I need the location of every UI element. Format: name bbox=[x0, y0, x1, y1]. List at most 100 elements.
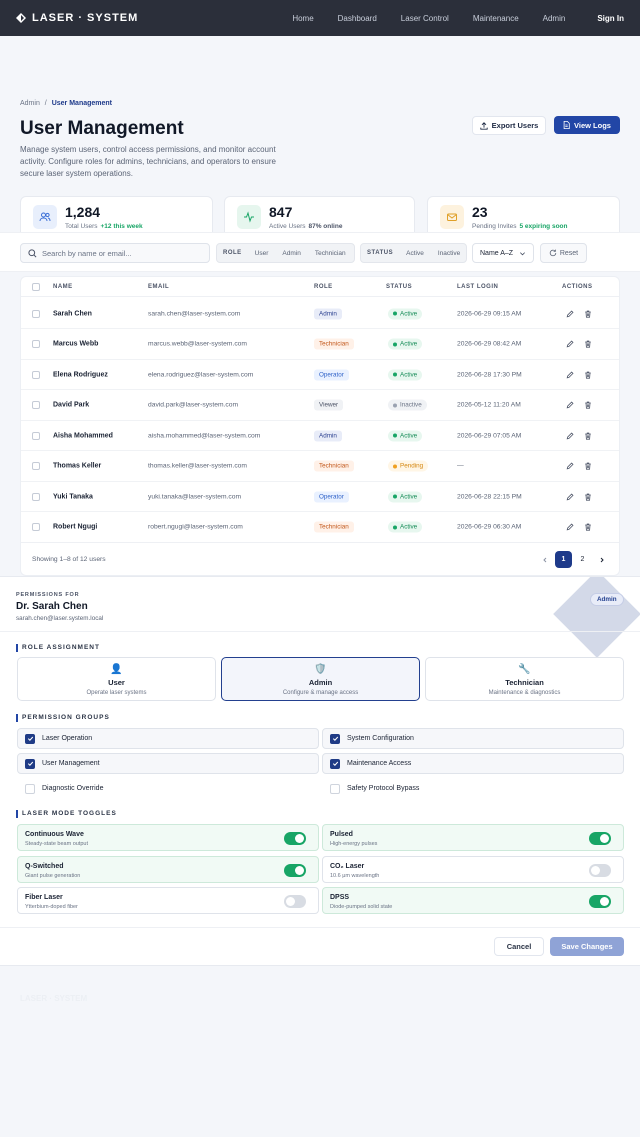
role-filter-admin[interactable]: Admin bbox=[275, 250, 307, 257]
pagination-prev-button[interactable] bbox=[536, 551, 553, 568]
edit-icon[interactable] bbox=[566, 370, 574, 379]
edit-icon[interactable] bbox=[566, 401, 574, 409]
permission-label: User Management bbox=[42, 760, 100, 767]
breadcrumb-admin[interactable]: Admin bbox=[20, 100, 40, 107]
table-row[interactable]: Aisha Mohammed aisha.mohammed@laser-syste… bbox=[21, 421, 619, 451]
view-logs-button[interactable]: View Logs bbox=[554, 116, 620, 134]
permissions-user-name: Dr. Sarah Chen bbox=[16, 601, 88, 612]
toggle-switch[interactable] bbox=[589, 895, 611, 908]
checkbox[interactable] bbox=[25, 783, 35, 794]
role-card-user[interactable]: 👤 User Operate laser systems bbox=[17, 657, 216, 701]
checkbox[interactable] bbox=[330, 733, 340, 744]
checkbox[interactable] bbox=[330, 783, 340, 794]
edit-icon[interactable] bbox=[566, 523, 574, 531]
trash-icon[interactable] bbox=[584, 310, 592, 318]
edit-icon[interactable] bbox=[566, 431, 574, 440]
toggle-knob bbox=[295, 834, 304, 843]
sort-select[interactable]: Name A–Z bbox=[472, 243, 534, 263]
row-checkbox[interactable] bbox=[32, 523, 40, 531]
row-checkbox[interactable] bbox=[32, 462, 40, 470]
toggle-switch[interactable] bbox=[589, 832, 611, 845]
brand-logo[interactable]: LASER · SYSTEM bbox=[16, 12, 138, 24]
table-row[interactable]: Marcus Webb marcus.webb@laser-system.com T… bbox=[21, 330, 619, 360]
edit-icon[interactable] bbox=[566, 462, 574, 470]
column-header-last-login[interactable]: LAST LOGIN bbox=[457, 284, 498, 290]
sign-in-link[interactable]: Sign In bbox=[597, 14, 624, 23]
user-name: Yuki Tanaka bbox=[53, 493, 93, 500]
permission-diagnostic-override[interactable]: Diagnostic Override bbox=[17, 778, 319, 799]
row-checkbox[interactable] bbox=[32, 431, 40, 440]
stat-pending-invites-delta: 5 expiring soon bbox=[519, 223, 568, 230]
nav-link-dashboard[interactable]: Dashboard bbox=[338, 14, 377, 23]
column-header-name[interactable]: NAME bbox=[53, 284, 73, 290]
checkbox[interactable] bbox=[330, 758, 340, 769]
permission-user-management[interactable]: User Management bbox=[17, 753, 319, 774]
nav-link-admin[interactable]: Admin bbox=[543, 14, 566, 23]
user-name: Robert Ngugi bbox=[53, 523, 98, 531]
row-checkbox[interactable] bbox=[32, 370, 40, 379]
table-row[interactable]: Sarah Chen sarah.chen@laser-system.com Adm… bbox=[21, 299, 619, 329]
trash-icon[interactable] bbox=[584, 432, 592, 440]
toggle-switch[interactable] bbox=[284, 863, 306, 877]
upload-icon bbox=[480, 121, 488, 130]
save-changes-button[interactable]: Save Changes bbox=[550, 937, 624, 956]
user-name: Sarah Chen bbox=[53, 310, 92, 317]
role-filter: ROLE User Admin Technician bbox=[216, 243, 355, 263]
trash-icon[interactable] bbox=[584, 523, 592, 531]
row-checkbox[interactable] bbox=[32, 340, 40, 348]
row-checkbox[interactable] bbox=[32, 492, 40, 501]
permission-safety-protocol-bypass[interactable]: Safety Protocol Bypass bbox=[322, 778, 624, 799]
table-row[interactable]: Robert Ngugi robert.ngugi@laser-system.co… bbox=[21, 513, 619, 543]
permission-label: System Configuration bbox=[347, 735, 414, 742]
nav-link-maintenance[interactable]: Maintenance bbox=[473, 14, 519, 23]
table-row[interactable]: David Park david.park@laser-system.com Vie… bbox=[21, 391, 619, 421]
checkbox[interactable] bbox=[25, 733, 35, 744]
permission-laser-operation[interactable]: Laser Operation bbox=[17, 728, 319, 749]
role-card-technician[interactable]: 🔧 Technician Maintenance & diagnostics bbox=[425, 657, 624, 701]
cancel-button[interactable]: Cancel bbox=[494, 937, 544, 956]
trash-icon[interactable] bbox=[584, 493, 592, 501]
user-email: aisha.mohammed@laser-system.com bbox=[148, 432, 261, 439]
status-filter-inactive[interactable]: Inactive bbox=[431, 250, 467, 257]
column-header-status[interactable]: STATUS bbox=[386, 284, 412, 290]
edit-icon[interactable] bbox=[566, 340, 574, 348]
edit-icon[interactable] bbox=[566, 492, 574, 501]
search-input[interactable]: Search by name or email... bbox=[20, 243, 210, 263]
row-checkbox[interactable] bbox=[32, 401, 40, 409]
reset-filters-button[interactable]: Reset bbox=[540, 243, 587, 263]
diamond-logo-icon bbox=[16, 13, 26, 23]
nav-link-home[interactable]: Home bbox=[292, 14, 313, 23]
toggle-switch[interactable] bbox=[589, 863, 611, 877]
checkbox[interactable] bbox=[25, 758, 35, 769]
permission-maintenance-access[interactable]: Maintenance Access bbox=[322, 753, 624, 774]
trash-icon[interactable] bbox=[584, 371, 592, 379]
permission-system-configuration[interactable]: System Configuration bbox=[322, 728, 624, 749]
role-card-admin[interactable]: 🛡️ Admin Configure & manage access bbox=[221, 657, 420, 701]
table-row[interactable]: Thomas Keller thomas.keller@laser-system.… bbox=[21, 452, 619, 482]
toggle-switch[interactable] bbox=[284, 832, 306, 845]
toggle-switch[interactable] bbox=[284, 895, 306, 908]
status-filter-active[interactable]: Active bbox=[399, 250, 431, 257]
toggle-desc: Diode-pumped solid state bbox=[330, 904, 393, 910]
export-users-button[interactable]: Export Users bbox=[472, 116, 546, 135]
table-row[interactable]: Yuki Tanaka yuki.tanaka@laser-system.com O… bbox=[21, 482, 619, 512]
trash-icon[interactable] bbox=[584, 462, 592, 470]
toggle-knob bbox=[295, 865, 304, 875]
trash-icon[interactable] bbox=[584, 340, 592, 348]
role-filter-label: ROLE bbox=[223, 250, 242, 256]
pagination-page-2[interactable]: 2 bbox=[574, 551, 591, 568]
pagination-page-1[interactable]: 1 bbox=[555, 551, 572, 568]
column-header-role[interactable]: ROLE bbox=[314, 284, 333, 290]
role-filter-technician[interactable]: Technician bbox=[308, 250, 353, 257]
select-all-checkbox[interactable] bbox=[32, 283, 40, 291]
column-header-email[interactable]: EMAIL bbox=[148, 284, 169, 290]
pagination-next-button[interactable] bbox=[593, 551, 610, 568]
nav-link-laser-control[interactable]: Laser Control bbox=[401, 14, 449, 23]
edit-icon[interactable] bbox=[566, 309, 574, 318]
toggle-card-dpss: DPSS Diode-pumped solid state bbox=[322, 887, 624, 914]
table-row[interactable]: Elena Rodriguez elena.rodriguez@laser-sys… bbox=[21, 360, 619, 390]
users-icon bbox=[33, 205, 57, 229]
role-filter-user[interactable]: User bbox=[248, 250, 276, 257]
trash-icon[interactable] bbox=[584, 401, 592, 409]
row-checkbox[interactable] bbox=[32, 309, 40, 318]
